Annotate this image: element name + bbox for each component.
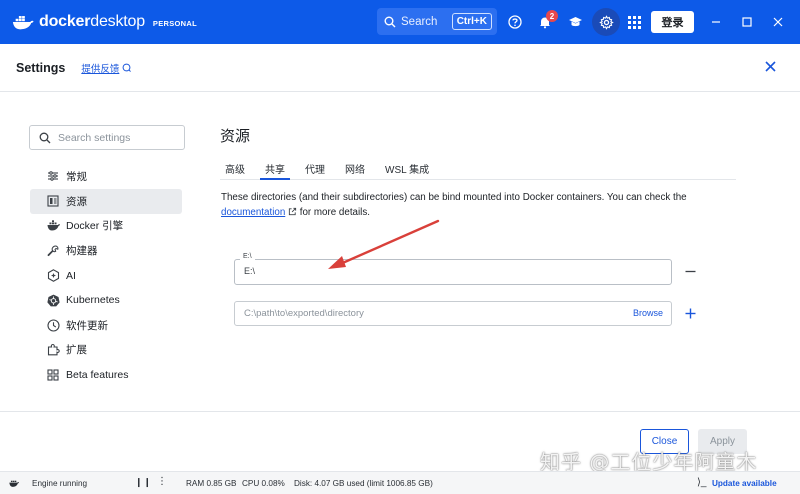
sidebar-item-docker-engine[interactable]: Docker 引擎 (30, 214, 182, 239)
brand: dockerdesktop PERSONAL (12, 13, 197, 31)
sidebar-item-label: 常规 (66, 170, 87, 183)
resource-tabs: 高级 共享 代理 网络 WSL 集成 (220, 158, 736, 180)
feedback-label: 提供反馈 (81, 63, 120, 75)
sign-in-button[interactable]: 登录 (651, 11, 694, 33)
external-link-icon (288, 207, 297, 215)
sidebar-item-kubernetes[interactable]: Kubernetes (30, 288, 182, 313)
cpu-usage: CPU 0.08% (242, 479, 285, 488)
feedback-link[interactable]: 提供反馈 (81, 61, 132, 75)
status-bar: Engine running ❙❙ ⋮ RAM 0.85 GB CPU 0.08… (0, 471, 800, 494)
title-bar: dockerdesktop PERSONAL Search Ctrl+K 2 登… (0, 0, 800, 44)
beta-icon (46, 368, 60, 382)
learning-icon[interactable] (565, 12, 585, 32)
tab-network[interactable]: 网络 (340, 158, 370, 180)
new-directory-field[interactable]: Browse (234, 301, 672, 326)
settings-nav: 常规 资源 Docker 引擎 构建器 AI Kubernetes 软件更新 扩… (30, 164, 182, 387)
global-search[interactable]: Search Ctrl+K (377, 8, 497, 35)
sidebar-item-extensions[interactable]: 扩展 (30, 338, 182, 363)
maximize-icon (742, 17, 752, 27)
maximize-button[interactable] (738, 13, 756, 31)
minus-icon (685, 270, 695, 272)
engine-status: Engine running (32, 479, 88, 488)
sidebar-item-label: 构建器 (66, 245, 98, 258)
minimize-button[interactable] (707, 13, 725, 31)
plus-icon (685, 308, 695, 318)
ai-icon (46, 269, 60, 283)
sidebar-item-builders[interactable]: 构建器 (30, 238, 182, 263)
disk-usage: Disk: 4.07 GB used (limit 1006.85 GB) (294, 479, 433, 488)
settings-search[interactable] (29, 125, 185, 150)
tab-wsl-integration[interactable]: WSL 集成 (380, 158, 434, 180)
tab-proxies[interactable]: 代理 (300, 158, 330, 180)
sharing-description: These directories (and their subdirector… (221, 192, 687, 218)
sliders-icon (46, 169, 60, 183)
documentation-link[interactable]: documentation (221, 207, 285, 218)
notification-badge: 2 (546, 10, 558, 22)
kubernetes-icon (46, 293, 60, 307)
tab-advanced[interactable]: 高级 (220, 158, 250, 180)
apps-grid-icon[interactable] (624, 12, 644, 32)
shared-directory-value[interactable]: E:\ (244, 266, 255, 276)
sidebar-item-beta-features[interactable]: Beta features (30, 362, 182, 387)
search-shortcut: Ctrl+K (451, 13, 492, 30)
gear-icon (598, 14, 614, 30)
remove-directory-button[interactable] (683, 264, 697, 278)
puzzle-icon (46, 343, 60, 357)
sidebar-item-resources[interactable]: 资源 (30, 188, 182, 214)
docker-whale-icon (12, 16, 34, 30)
ram-usage: RAM 0.85 GB (186, 479, 237, 488)
close-icon (764, 60, 776, 72)
tab-file-sharing[interactable]: 共享 (260, 158, 290, 180)
resources-icon (46, 194, 60, 208)
whale-icon (46, 219, 60, 233)
wrench-icon (46, 244, 60, 258)
sidebar-item-label: 扩展 (66, 344, 87, 357)
shared-directory-field[interactable] (234, 259, 672, 285)
brand-name: dockerdesktop (39, 13, 145, 30)
search-icon (39, 132, 51, 143)
whale-icon (9, 480, 19, 487)
minimize-icon (712, 21, 720, 23)
feedback-icon (122, 63, 132, 72)
plan-tier: PERSONAL (152, 18, 197, 28)
update-available-link[interactable]: Update available (712, 479, 777, 488)
settings-header: Settings 提供反馈 (0, 44, 800, 92)
settings-close-button[interactable] (762, 58, 778, 74)
add-directory-button[interactable] (683, 306, 697, 320)
sidebar-item-ai[interactable]: AI (30, 263, 182, 288)
sidebar-item-label: Beta features (66, 368, 129, 381)
sidebar-item-label: 资源 (66, 195, 87, 208)
terminal-icon[interactable]: ⟩_ (697, 477, 706, 488)
shared-directory-label: E:\ (240, 253, 255, 260)
search-label: Search (401, 15, 438, 28)
page-title: Settings (16, 60, 66, 75)
sidebar-item-label: AI (66, 269, 76, 282)
sidebar-item-label: Docker 引擎 (66, 220, 124, 233)
sidebar-item-label: 软件更新 (66, 319, 108, 332)
settings-button[interactable] (592, 8, 620, 36)
sidebar-item-label: Kubernetes (66, 294, 120, 307)
divider (0, 411, 800, 412)
help-icon[interactable] (505, 12, 525, 32)
pause-icon[interactable]: ❙❙ (135, 477, 152, 488)
sidebar-item-general[interactable]: 常规 (30, 164, 182, 189)
section-title: 资源 (220, 128, 251, 145)
new-directory-input[interactable] (244, 308, 604, 319)
settings-search-input[interactable] (58, 131, 168, 144)
annotation-arrow (328, 219, 440, 269)
more-options-icon[interactable]: ⋮ (157, 476, 167, 487)
search-icon (384, 16, 396, 27)
close-icon (773, 17, 783, 27)
clock-icon (46, 318, 60, 332)
browse-button[interactable]: Browse (633, 308, 663, 318)
window-close-button[interactable] (769, 13, 787, 31)
sidebar-item-software-updates[interactable]: 软件更新 (30, 313, 182, 338)
